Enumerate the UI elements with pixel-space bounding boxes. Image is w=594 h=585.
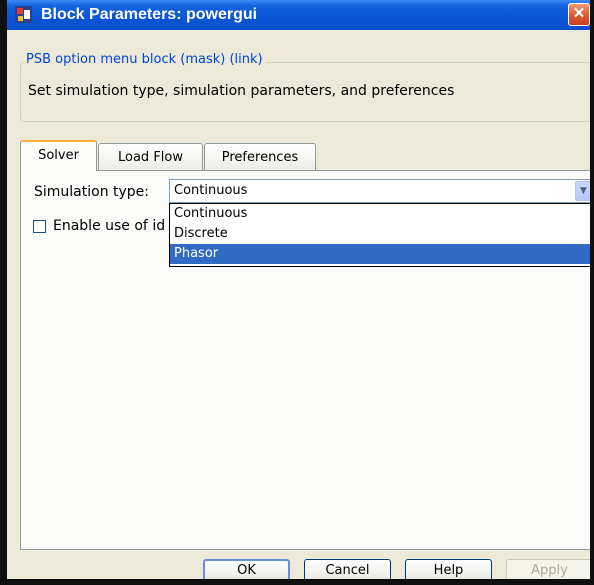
simulation-type-select[interactable]: Continuous ▼ [169, 179, 590, 203]
simulation-type-dropdown: Continuous Discrete Phasor [169, 203, 590, 267]
description-text: Set simulation type, simulation paramete… [28, 83, 455, 99]
simulation-type-label: Simulation type: [34, 184, 150, 200]
apply-button[interactable]: Apply [506, 559, 590, 579]
cancel-button[interactable]: Cancel [304, 559, 391, 579]
tab-load-flow[interactable]: Load Flow [98, 143, 203, 171]
option-discrete[interactable]: Discrete [170, 224, 590, 244]
window-title: Block Parameters: powergui [41, 6, 258, 23]
close-icon: ✕ [572, 5, 586, 22]
tab-load-flow-label: Load Flow [118, 150, 183, 165]
ok-button[interactable]: OK [203, 559, 290, 579]
tab-preferences[interactable]: Preferences [204, 143, 316, 171]
help-button[interactable]: Help [405, 559, 492, 579]
tab-solver-label: Solver [38, 148, 79, 163]
close-button[interactable]: ✕ [568, 3, 590, 26]
description-legend: PSB option menu block (mask) (link) [23, 52, 266, 67]
simulation-type-value: Continuous [174, 183, 248, 198]
simulink-block-icon [15, 6, 32, 23]
title-bar[interactable]: Block Parameters: powergui ✕ [7, 0, 590, 30]
chevron-down-icon[interactable]: ▼ [575, 181, 590, 201]
option-phasor[interactable]: Phasor [170, 244, 590, 264]
enable-checkbox[interactable] [33, 220, 46, 233]
enable-checkbox-label: Enable use of id [53, 218, 166, 234]
block-parameters-dialog: Block Parameters: powergui ✕ PSB option … [0, 0, 594, 585]
option-continuous[interactable]: Continuous [170, 204, 590, 224]
tab-solver[interactable]: Solver [20, 140, 97, 171]
tab-preferences-label: Preferences [221, 150, 299, 165]
